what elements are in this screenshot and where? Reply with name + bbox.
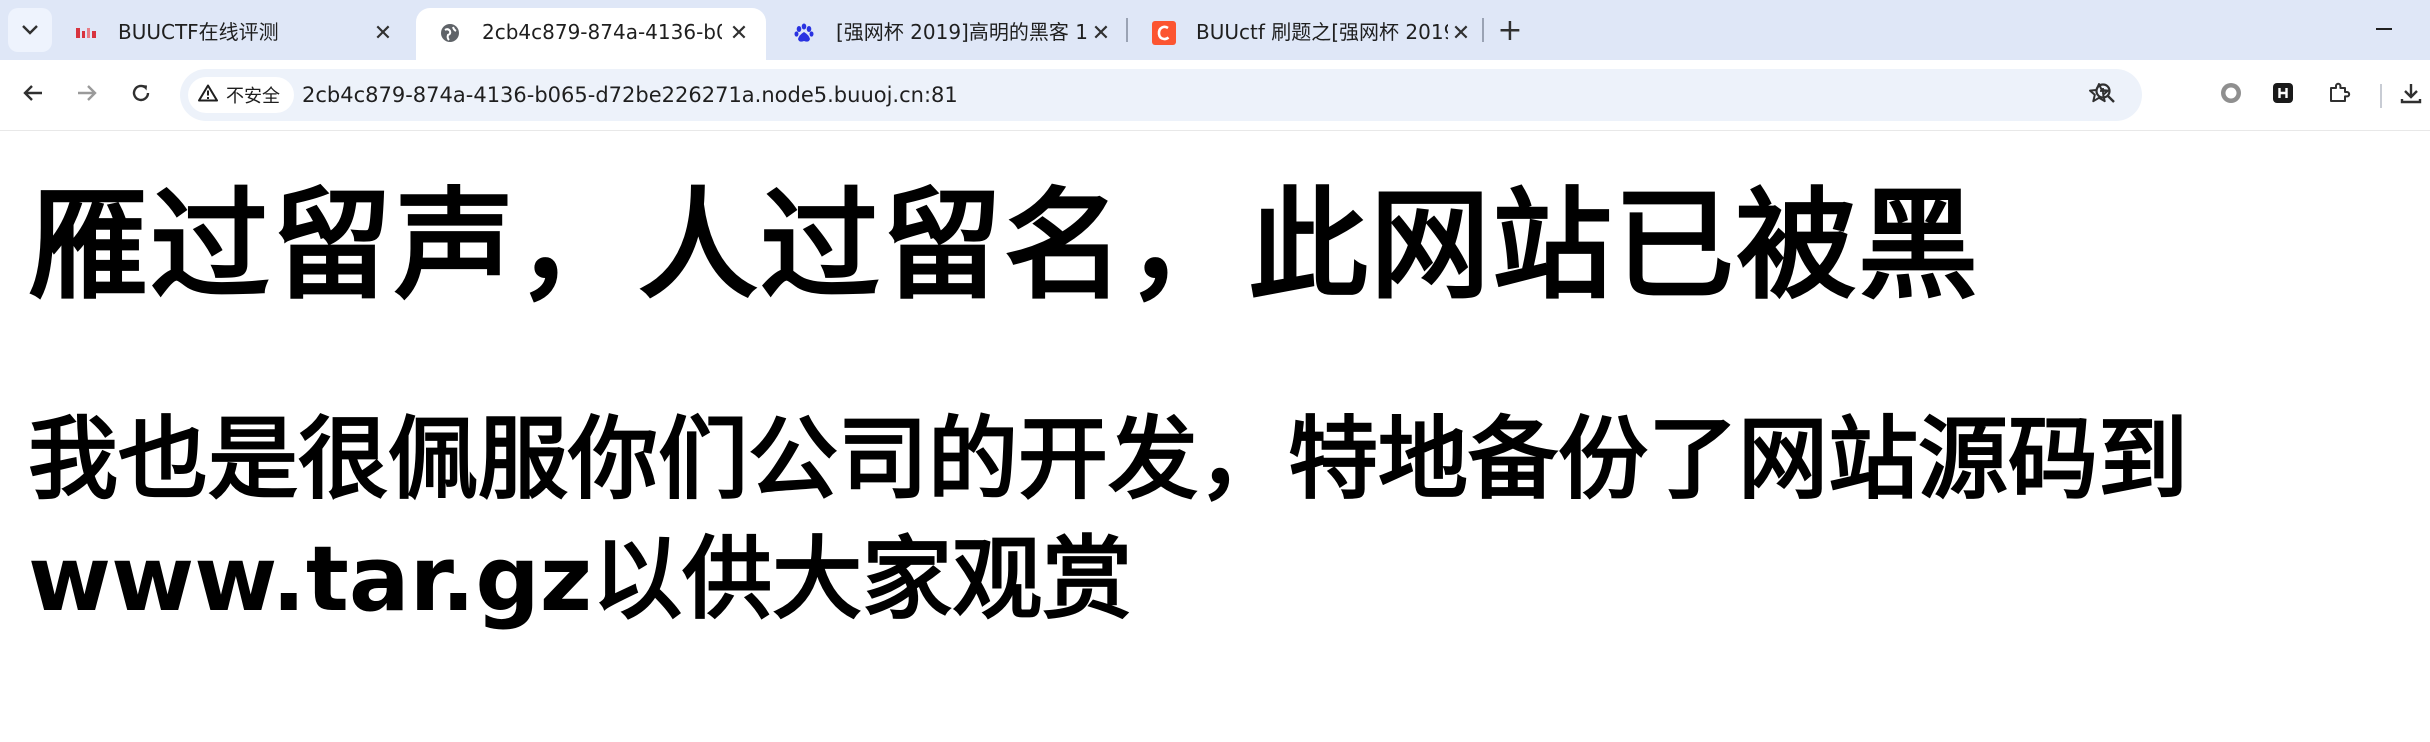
star-icon — [2088, 82, 2110, 108]
chevron-down-icon — [21, 21, 39, 40]
back-button[interactable] — [14, 76, 52, 114]
forward-button[interactable] — [68, 76, 106, 114]
tab-baidu[interactable]: [强网杯 2019]高明的黑客 1 百 ✕ — [770, 8, 1130, 60]
tab-title: [强网杯 2019]高明的黑客 1 百 — [836, 20, 1088, 44]
reload-button[interactable] — [122, 76, 160, 114]
close-icon[interactable]: ✕ — [1088, 20, 1114, 46]
csdn-icon — [1152, 21, 1176, 45]
circle-extension-icon — [2218, 80, 2244, 110]
address-bar[interactable]: 不安全 2cb4c879-874a-4136-b065-d72be226271a… — [180, 69, 2142, 121]
tab-separator — [1482, 18, 1484, 42]
arrow-right-icon — [76, 83, 98, 107]
bookmark-button[interactable] — [2084, 80, 2114, 110]
downloads-button[interactable] — [2392, 76, 2430, 114]
tab-separator — [1126, 18, 1128, 42]
close-icon[interactable]: ✕ — [726, 20, 752, 46]
extension-circle-button[interactable] — [2212, 76, 2250, 114]
tab-csdn[interactable]: BUUctf 刷题之[强网杯 2019]高 ✕ — [1130, 8, 1490, 60]
tab-search-button[interactable] — [8, 8, 52, 52]
tab-strip: BUUCTF在线评测 ✕ 2cb4c879-874a-4136-b065-c ✕ — [0, 0, 2430, 60]
tab-buuctf[interactable]: BUUCTF在线评测 ✕ — [52, 8, 412, 60]
browser-toolbar: 不安全 2cb4c879-874a-4136-b065-d72be226271a… — [0, 60, 2430, 130]
arrow-left-icon — [22, 83, 44, 107]
plus-icon: + — [1497, 12, 1523, 48]
minimize-window-button[interactable] — [2376, 28, 2392, 30]
new-tab-button[interactable]: + — [1494, 12, 1526, 48]
url-text[interactable]: 2cb4c879-874a-4136-b065-d72be226271a.nod… — [302, 69, 958, 121]
tab-title: BUUctf 刷题之[强网杯 2019]高 — [1196, 20, 1448, 44]
extension-h-button[interactable] — [2264, 76, 2302, 114]
reload-icon — [130, 82, 152, 108]
close-icon[interactable]: ✕ — [370, 20, 396, 46]
security-label: 不安全 — [226, 86, 280, 107]
page-subheading: 我也是很佩服你们公司的开发，特地备份了网站源码到www.tar.gz以供大家观赏 — [28, 407, 2188, 632]
puzzle-icon — [2327, 81, 2351, 109]
buuctf-icon — [74, 21, 98, 45]
baidu-paw-icon — [792, 21, 816, 45]
warning-triangle-icon — [198, 84, 218, 107]
page-heading: 雁过留声，人过留名，此网站已被黑 — [28, 177, 1980, 316]
tab-title: 2cb4c879-874a-4136-b065-c — [482, 20, 722, 44]
extensions-button[interactable] — [2320, 76, 2358, 114]
toolbar-separator — [2380, 84, 2382, 108]
security-indicator[interactable]: 不安全 — [188, 77, 294, 113]
divider — [0, 130, 2430, 131]
tab-active-site[interactable]: 2cb4c879-874a-4136-b065-c ✕ — [416, 8, 766, 60]
download-icon — [2399, 81, 2423, 109]
h-extension-icon — [2272, 82, 2294, 108]
page-content: 雁过留声，人过留名，此网站已被黑 我也是很佩服你们公司的开发，特地备份了网站源码… — [0, 130, 2430, 742]
close-icon[interactable]: ✕ — [1448, 20, 1474, 46]
globe-icon — [438, 21, 462, 45]
tab-title: BUUCTF在线评测 — [118, 20, 279, 44]
